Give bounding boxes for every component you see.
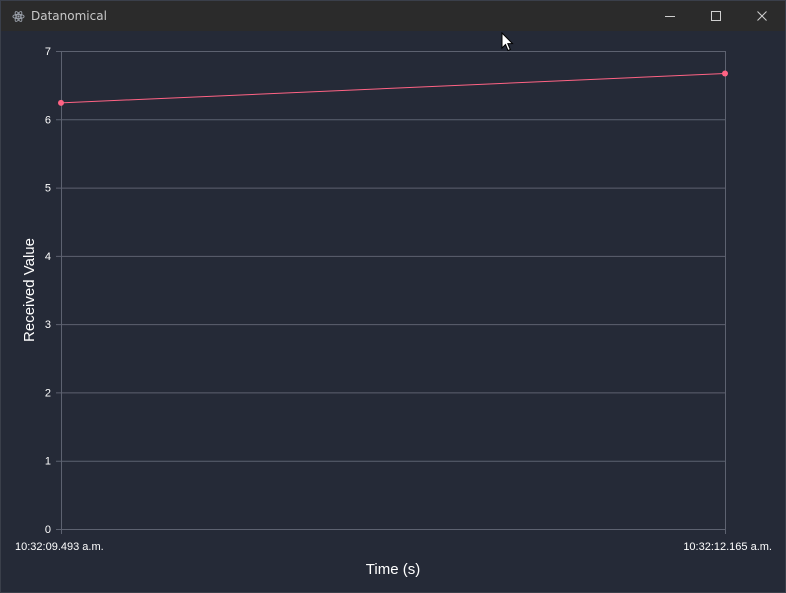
close-button[interactable]: [739, 1, 785, 31]
maximize-button[interactable]: [693, 1, 739, 31]
atom-icon: [11, 9, 25, 23]
line-chart[interactable]: 0 1 2 3 4 5 6 7 10:32:09.493 a.m. 10:32:12.165 a.…: [1, 31, 785, 592]
window-title: Datanomical: [31, 9, 107, 23]
app-window: Datanomical 0 1 2 3 4 5 6 7 10:32:09.493 a.m.…: [0, 0, 786, 593]
x-axis-title: Time (s): [366, 561, 420, 578]
y-tick-label: 3: [45, 319, 51, 331]
y-tick-label: 6: [45, 114, 51, 126]
title-bar[interactable]: Datanomical: [1, 1, 785, 31]
minimize-icon: [665, 16, 675, 17]
y-tick-label: 1: [45, 456, 51, 468]
y-tick-label: 0: [45, 524, 51, 536]
y-tick-label: 4: [45, 251, 51, 263]
x-tick-label: 10:32:09.493 a.m.: [15, 541, 104, 553]
y-tick-label: 2: [45, 387, 51, 399]
x-tick-label: 10:32:12.165 a.m.: [683, 541, 772, 553]
mouse-pointer-icon: [501, 32, 514, 52]
y-tick-label: 7: [45, 46, 51, 58]
chart-container: 0 1 2 3 4 5 6 7 10:32:09.493 a.m. 10:32:12.165 a.…: [1, 31, 785, 592]
y-tick-label: 5: [45, 183, 51, 195]
maximize-icon: [711, 11, 721, 21]
series-line: [60, 73, 726, 104]
close-icon: [757, 11, 767, 21]
y-axis-title: Received Value: [21, 238, 38, 342]
window-controls: [647, 1, 785, 31]
data-point: [58, 99, 64, 106]
minimize-button[interactable]: [647, 1, 693, 31]
data-point: [722, 70, 728, 77]
